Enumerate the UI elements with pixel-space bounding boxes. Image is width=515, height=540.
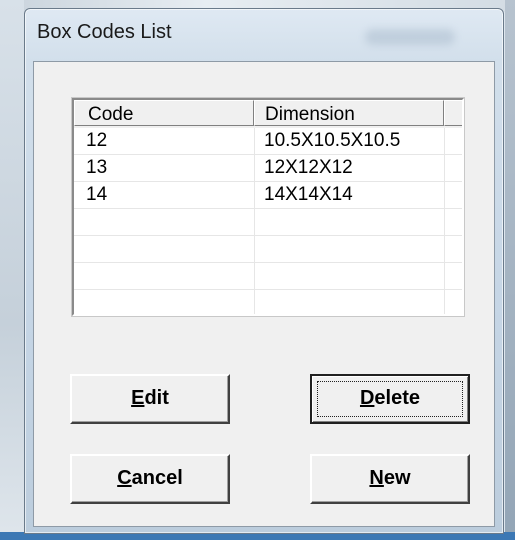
column-header-dimension[interactable]: Dimension xyxy=(254,100,444,126)
cell-code: 14 xyxy=(86,184,108,205)
empty-row xyxy=(74,209,462,236)
window-title: Box Codes List xyxy=(37,21,172,43)
column-header-code[interactable]: Code xyxy=(74,100,254,126)
new-label: ew xyxy=(383,467,411,489)
desktop-backdrop-left xyxy=(0,0,24,540)
cancel-button[interactable]: Cancel xyxy=(70,454,230,504)
empty-row xyxy=(74,290,462,314)
desktop-backdrop-right xyxy=(505,0,515,540)
cancel-mnemonic: C xyxy=(117,467,132,489)
edit-label: dit xyxy=(144,387,169,409)
new-mnemonic: N xyxy=(369,467,384,489)
cell-code: 13 xyxy=(86,157,108,178)
cancel-label: ancel xyxy=(131,467,183,489)
box-codes-listview[interactable]: Code Dimension 12 10.5X10.5X10.5 13 12X1… xyxy=(71,97,465,317)
cell-dimension: 14X14X14 xyxy=(264,184,353,205)
table-row[interactable]: 12 10.5X10.5X10.5 xyxy=(74,128,462,155)
cell-dimension: 12X12X12 xyxy=(264,157,353,178)
empty-row xyxy=(74,263,462,290)
box-codes-dialog: Box Codes List Code Dimension 12 10.5X10… xyxy=(24,8,504,534)
new-button[interactable]: New xyxy=(310,454,470,504)
edit-mnemonic: E xyxy=(131,387,145,409)
title-bar[interactable]: Box Codes List xyxy=(25,9,503,55)
edit-button[interactable]: Edit xyxy=(70,374,230,424)
list-header: Code Dimension xyxy=(74,100,462,128)
delete-button[interactable]: Delete xyxy=(310,374,470,424)
table-row[interactable]: 13 12X12X12 xyxy=(74,155,462,182)
table-row[interactable]: 14 14X14X14 xyxy=(74,182,462,209)
focus-rectangle xyxy=(317,381,463,417)
cell-dimension: 10.5X10.5X10.5 xyxy=(264,130,401,151)
dialog-client-area: Code Dimension 12 10.5X10.5X10.5 13 12X1… xyxy=(33,61,495,527)
cell-code: 12 xyxy=(86,130,108,151)
column-header-filler xyxy=(444,100,462,126)
title-bar-glare xyxy=(365,29,455,45)
empty-row xyxy=(74,236,462,263)
